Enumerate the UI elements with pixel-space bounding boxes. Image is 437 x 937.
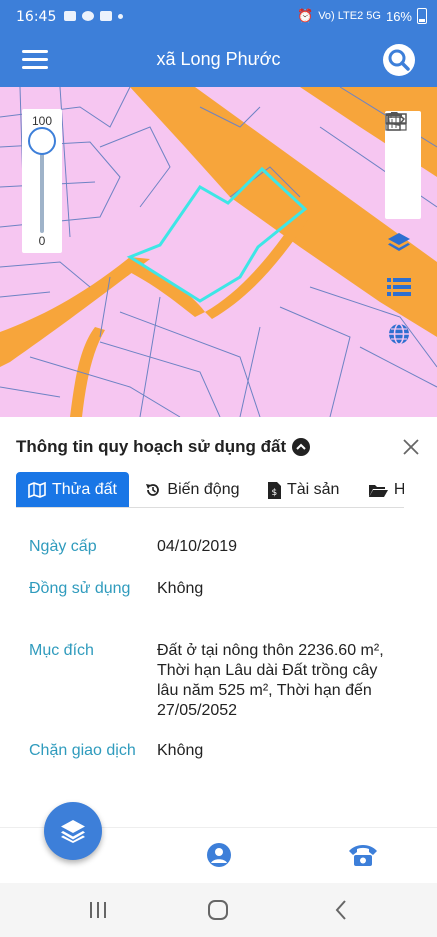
field-key: Ngày cấp <box>29 538 97 555</box>
zoom-knob[interactable] <box>28 127 56 155</box>
trash-icon <box>386 112 402 131</box>
tab-tai-san[interactable]: $ Tài sản <box>256 472 351 507</box>
gallery-icon <box>100 11 112 21</box>
map-icon <box>28 482 46 498</box>
road-diagonal <box>205 212 310 319</box>
tab-ho-so[interactable]: Hồ sơ <box>356 472 404 507</box>
zalo-icon <box>64 11 76 21</box>
field-value: Đất ở tại nông thôn 2236.60 m², Thời hạn… <box>157 642 384 719</box>
svg-text:$: $ <box>271 488 277 498</box>
user-icon <box>207 843 231 867</box>
field-key: Đồng sử dụng <box>29 580 131 597</box>
tab-label: Hồ sơ <box>394 481 404 499</box>
list-icon <box>387 278 411 296</box>
tab-label: Tài sản <box>286 481 340 498</box>
alarm-icon: ⏰ <box>297 8 314 23</box>
field-value: Không <box>157 742 204 759</box>
phone-icon <box>349 845 377 866</box>
measure-toolbox <box>385 111 421 219</box>
legend-list-button[interactable] <box>387 277 417 307</box>
globe-icon <box>389 323 409 345</box>
collapse-toggle-icon[interactable] <box>292 438 311 456</box>
home-button[interactable] <box>206 898 230 922</box>
zoom-min-label: 0 <box>38 234 46 248</box>
road-south <box>70 327 105 417</box>
search-icon <box>388 49 410 71</box>
back-icon <box>335 900 346 920</box>
battery-level: 16% <box>385 8 412 24</box>
field-value: Không <box>157 580 204 597</box>
signal-icon: Vo) LTE2 5G <box>318 10 381 22</box>
clock: 16:45 <box>16 9 57 25</box>
field-key: Chặn giao dịch <box>29 742 136 759</box>
area-tool-button[interactable] <box>385 112 421 183</box>
notification-icons <box>64 11 123 21</box>
document-dollar-icon: $ <box>267 481 281 499</box>
panel-header: Thông tin quy hoạch sử dụng đất <box>16 437 311 457</box>
layers-button[interactable] <box>387 232 417 262</box>
layers-icon <box>61 820 85 843</box>
status-bar: 16:45 ⏰ Vo) LTE2 5G 16% <box>0 0 437 32</box>
close-icon[interactable] <box>401 437 421 457</box>
field-key: Mục đích <box>29 642 94 659</box>
chrome-icon <box>82 11 94 21</box>
system-nav-bar <box>0 883 437 937</box>
tab-thua-dat[interactable]: Thửa đất <box>16 472 129 507</box>
system-icons: ⏰ Vo) LTE2 5G 16% <box>297 8 427 24</box>
parcel-fields: Ngày cấp 04/10/2019 Đồng sử dụng Không M… <box>0 523 437 811</box>
tab-label: Thửa đất <box>52 481 117 498</box>
map-canvas[interactable] <box>0 87 437 417</box>
panel-title: Thông tin quy hoạch sử dụng đất <box>16 437 287 456</box>
zoom-slider[interactable]: 100 0 <box>22 109 62 253</box>
battery-icon <box>417 8 427 24</box>
app-bar: xã Long Phước <box>0 32 437 87</box>
layers-icon <box>388 233 410 251</box>
history-icon <box>146 484 160 496</box>
page-title: xã Long Phước <box>156 49 281 69</box>
account-button[interactable] <box>204 840 234 870</box>
map-view[interactable]: 100 0 <box>0 87 437 417</box>
back-button[interactable] <box>330 898 354 922</box>
info-panel: Thông tin quy hoạch sử dụng đất Thửa đất… <box>0 417 437 827</box>
recents-icon <box>90 902 106 918</box>
field-value: 04/10/2019 <box>157 538 238 555</box>
road-connector <box>120 257 205 317</box>
tab-label: Biến động <box>167 481 240 498</box>
tab-bien-dong[interactable]: Biến động <box>133 472 251 507</box>
recent-apps-button[interactable] <box>86 898 110 922</box>
search-button[interactable] <box>383 44 415 76</box>
zoom-track[interactable] <box>40 143 44 233</box>
delete-tool-button[interactable] <box>385 112 421 219</box>
layers-fab-button[interactable] <box>44 802 102 860</box>
basemap-button[interactable] <box>387 322 417 352</box>
call-button[interactable] <box>348 840 378 870</box>
more-dot-icon <box>118 13 123 19</box>
zoom-max-label: 100 <box>31 114 53 128</box>
home-icon <box>208 900 228 920</box>
panel-tabs: Thửa đất Biến động $ Tài sản Hồ sơ <box>16 472 404 508</box>
folder-icon <box>368 484 388 497</box>
